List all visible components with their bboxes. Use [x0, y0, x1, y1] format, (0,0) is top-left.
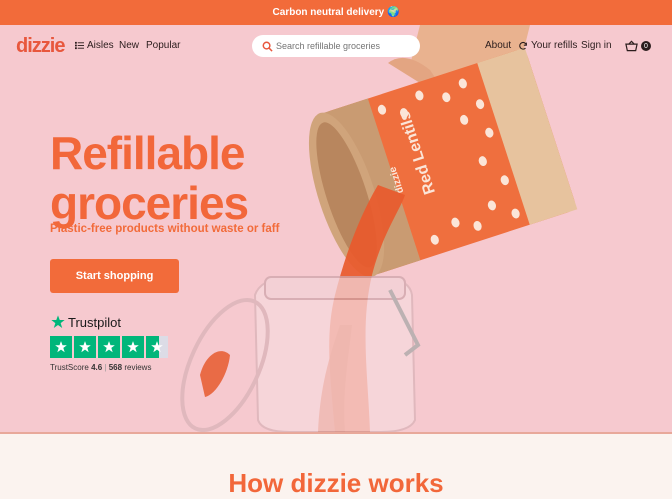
nav-popular[interactable]: Popular: [146, 40, 180, 51]
start-shopping-button[interactable]: Start shopping: [50, 259, 179, 293]
glass-jar: [180, 276, 421, 432]
cart-count-badge: 0: [641, 41, 651, 51]
announcement-banner: Carbon neutral delivery 🌍: [0, 0, 672, 25]
nav-your-refills[interactable]: Your refills: [518, 40, 577, 51]
trustpilot-brand: Trustpilot: [68, 314, 121, 330]
basket-icon: [625, 40, 638, 52]
search-input[interactable]: [276, 41, 406, 51]
dizzie-logo[interactable]: dizzie: [16, 35, 65, 58]
nav-aisles-label: Aisles: [87, 40, 114, 51]
nav-aisles[interactable]: Aisles: [75, 40, 114, 51]
star-icon: [122, 336, 144, 358]
search-bar[interactable]: [252, 35, 420, 57]
hero-title-line2: groceries: [50, 177, 249, 229]
hero-title: Refillable groceries: [50, 127, 249, 229]
list-icon: [75, 41, 84, 50]
refresh-icon: [519, 41, 527, 50]
search-icon: [258, 37, 276, 55]
trustpilot-logo[interactable]: Trustpilot: [50, 314, 121, 330]
hero-section: Red Lentils dizzie Refillable groceries …: [0, 25, 672, 432]
partial-star-icon: [146, 336, 168, 358]
nav-sign-in[interactable]: Sign in: [581, 40, 612, 51]
trustpilot-stars: [50, 336, 168, 358]
star-icon: [50, 336, 72, 358]
how-it-works-heading: How dizzie works: [228, 468, 444, 498]
section-divider: [0, 432, 672, 434]
star-icon: [98, 336, 120, 358]
nav-about[interactable]: About: [485, 40, 511, 51]
banner-text: Carbon neutral delivery 🌍: [272, 7, 400, 18]
lentil-tin: Red Lentils dizzie: [308, 47, 578, 278]
cart-button[interactable]: [625, 39, 639, 53]
nav-your-refills-label: Your refills: [531, 40, 578, 51]
nav-new[interactable]: New: [119, 40, 139, 51]
trustpilot-score: TrustScore 4.6 | 568 reviews: [50, 363, 152, 372]
hero-title-line1: Refillable: [50, 127, 246, 179]
top-nav: dizzie Aisles New Popular About Your ref…: [0, 25, 672, 67]
star-icon: [74, 336, 96, 358]
hero-subtitle: Plastic-free products without waste or f…: [50, 223, 280, 235]
trustpilot-star-icon: [51, 315, 65, 328]
